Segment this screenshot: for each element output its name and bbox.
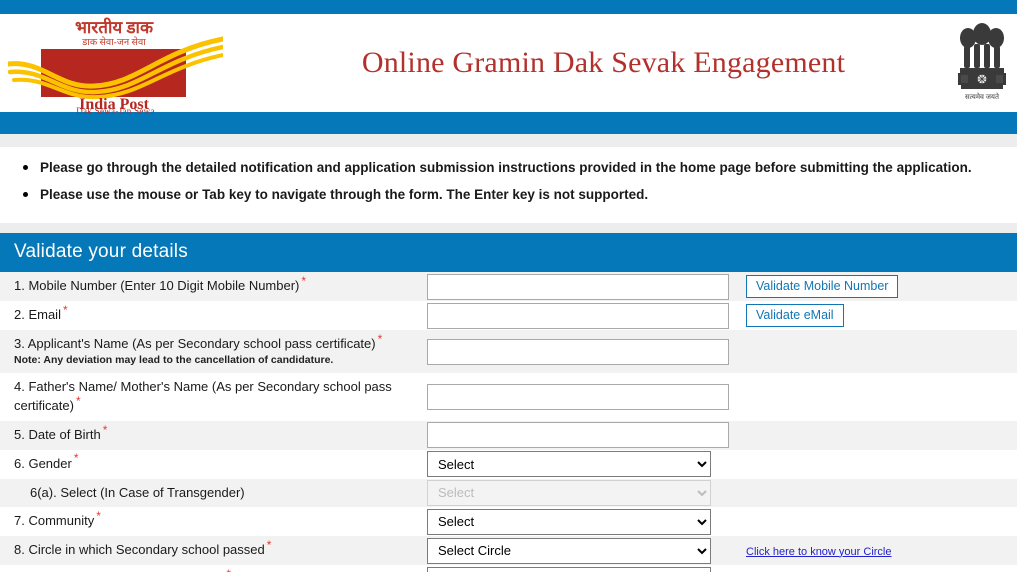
- row-field-cell: [427, 373, 732, 421]
- row-label-cell: 4. Father's Name/ Mother's Name (As per …: [0, 373, 427, 421]
- india-post-logo[interactable]: भारतीय डाक डाक सेवा-जन सेवा India Post D…: [0, 14, 300, 116]
- field-label: 6. Gender *: [14, 451, 79, 471]
- mobile-number-input[interactable]: [427, 273, 729, 300]
- page-root: भारतीय डाक डाक सेवा-जन सेवा India Post D…: [0, 0, 1017, 572]
- ashoka-emblem-icon: सत्यमेव जयते: [958, 23, 1006, 101]
- row-extra-cell: Validate eMail: [732, 301, 1017, 330]
- row-label-cell: 1. Mobile Number (Enter 10 Digit Mobile …: [0, 272, 427, 301]
- row-field-cell: [427, 421, 732, 450]
- table-row: 2. Email * Validate eMail: [0, 301, 1017, 331]
- table-row: 6. Gender * Select: [0, 449, 1017, 479]
- site-header: भारतीय डाक डाक सेवा-जन सेवा India Post D…: [0, 14, 1017, 116]
- top-blue-strip: [0, 0, 1017, 14]
- table-row: 9. Year of passing Secondary school* Sel…: [0, 565, 1017, 572]
- row-label-cell: 7. Community *: [0, 507, 427, 536]
- required-marker: *: [62, 302, 68, 317]
- row-field-cell: Select: [427, 565, 732, 572]
- row-field-cell: Select: [427, 450, 732, 479]
- table-row: 5. Date of Birth *: [0, 420, 1017, 450]
- field-label: 5. Date of Birth *: [14, 422, 108, 442]
- field-label: 3. Applicant's Name (As per Secondary sc…: [14, 330, 421, 373]
- row-field-cell: [427, 330, 732, 373]
- email-input[interactable]: [427, 302, 729, 329]
- row-extra-cell: [732, 450, 1017, 479]
- required-marker: *: [75, 393, 81, 408]
- row-extra-cell: Click here to know your Circle: [732, 536, 1017, 565]
- instructions-list: Please go through the detailed notificat…: [0, 159, 1017, 204]
- row-extra-cell: [732, 373, 1017, 421]
- field-note: Note: Any deviation may lead to the canc…: [14, 353, 334, 366]
- instructions-panel: Please go through the detailed notificat…: [0, 147, 1017, 224]
- row-extra-cell: Validate Mobile Number: [732, 272, 1017, 301]
- circle-select[interactable]: Select Circle: [427, 537, 711, 564]
- table-row: 3. Applicant's Name (As per Secondary sc…: [0, 330, 1017, 374]
- validate-mobile-number-button[interactable]: Validate Mobile Number: [746, 275, 899, 299]
- row-label-cell: 6(a). Select (In Case of Transgender): [0, 479, 427, 508]
- field-label: 9. Year of passing Secondary school*: [14, 565, 421, 572]
- row-field-cell: Select: [427, 507, 732, 536]
- row-label-cell: 6. Gender *: [0, 450, 427, 479]
- required-marker: *: [377, 331, 383, 346]
- row-extra-cell: [732, 330, 1017, 373]
- table-row: 4. Father's Name/ Mother's Name (As per …: [0, 373, 1017, 421]
- row-field-cell: Select Circle: [427, 536, 732, 565]
- table-row: 7. Community * Select: [0, 507, 1017, 537]
- field-label: 1. Mobile Number (Enter 10 Digit Mobile …: [14, 274, 307, 294]
- row-extra-cell: [732, 479, 1017, 508]
- table-row: 6(a). Select (In Case of Transgender) Se…: [0, 478, 1017, 508]
- row-label-cell: 3. Applicant's Name (As per Secondary sc…: [0, 330, 427, 373]
- section-header-validate-your-details: Validate your details: [0, 233, 1017, 273]
- instructions-spacer: [0, 223, 1017, 234]
- transgender-select[interactable]: Select: [427, 479, 711, 506]
- table-row: 8. Circle in which Secondary school pass…: [0, 536, 1017, 566]
- field-label: 8. Circle in which Secondary school pass…: [14, 537, 272, 558]
- svg-text:भारतीय डाक: भारतीय डाक: [75, 17, 154, 37]
- required-marker: *: [301, 274, 307, 289]
- row-label-cell: 8. Circle in which Secondary school pass…: [0, 536, 427, 565]
- row-field-cell: [427, 272, 732, 301]
- national-emblem: सत्यमेव जयते: [947, 14, 1017, 112]
- required-marker: *: [266, 537, 272, 552]
- required-marker: *: [73, 451, 79, 466]
- applicant-name-input[interactable]: [427, 338, 729, 365]
- field-label: 7. Community *: [14, 509, 101, 529]
- gender-select[interactable]: Select: [427, 451, 711, 478]
- parent-name-input[interactable]: [427, 384, 729, 411]
- field-label: 4. Father's Name/ Mother's Name (As per …: [14, 379, 392, 414]
- required-marker: *: [96, 509, 101, 524]
- row-extra-cell: [732, 565, 1017, 572]
- field-label: 6(a). Select (In Case of Transgender): [30, 484, 245, 500]
- svg-text:डाक सेवा-जन सेवा: डाक सेवा-जन सेवा: [81, 36, 146, 48]
- required-marker: *: [102, 422, 108, 437]
- row-field-cell: Select: [427, 479, 732, 508]
- row-extra-cell: [732, 421, 1017, 450]
- field-label: 2. Email *: [14, 302, 68, 323]
- validate-details-form: 1. Mobile Number (Enter 10 Digit Mobile …: [0, 272, 1017, 572]
- list-item: Please use the mouse or Tab key to navig…: [23, 186, 1017, 204]
- emblem-caption: सत्यमेव जयते: [965, 92, 1000, 101]
- row-label-cell: 2. Email *: [0, 301, 427, 330]
- list-item: Please go through the detailed notificat…: [23, 159, 1017, 177]
- header-spacer: [0, 134, 1017, 147]
- row-label-cell: 5. Date of Birth *: [0, 421, 427, 450]
- row-label-cell: 9. Year of passing Secondary school*: [0, 565, 427, 572]
- required-marker: *: [226, 567, 231, 572]
- year-of-passing-select[interactable]: Select: [427, 566, 711, 572]
- know-your-circle-link[interactable]: Click here to know your Circle: [746, 546, 892, 558]
- table-row: 1. Mobile Number (Enter 10 Digit Mobile …: [0, 272, 1017, 302]
- india-post-logo-icon: भारतीय डाक डाक सेवा-जन सेवा India Post: [8, 17, 223, 112]
- page-title: Online Gramin Dak Sevak Engagement: [361, 46, 846, 79]
- date-of-birth-input[interactable]: [427, 422, 729, 449]
- india-post-tagline: Dak Sewa-Jan Sewa: [76, 106, 155, 116]
- community-select[interactable]: Select: [427, 508, 711, 535]
- row-extra-cell: [732, 507, 1017, 536]
- row-field-cell: [427, 301, 732, 330]
- validate-email-button[interactable]: Validate eMail: [746, 304, 844, 328]
